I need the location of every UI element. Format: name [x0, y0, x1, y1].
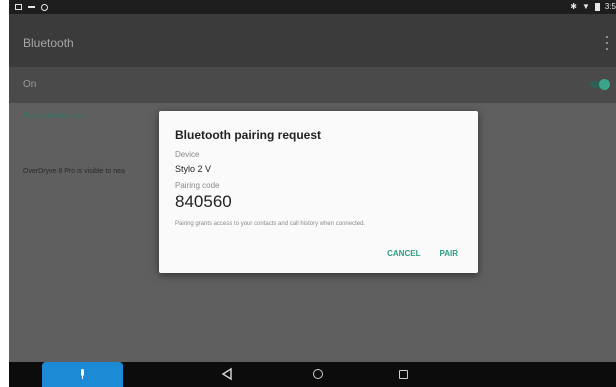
pairing-code: 840560	[175, 192, 232, 211]
available-devices-header: Available devices	[23, 111, 85, 120]
home-icon[interactable]	[313, 369, 323, 379]
bluetooth-toggle-row[interactable]: On	[9, 67, 616, 103]
bluetooth-switch[interactable]	[590, 79, 610, 90]
device-label: Device	[175, 150, 200, 159]
dialog-actions: CANCEL PAIR	[387, 249, 458, 258]
pairing-dialog: Bluetooth pairing request Device Stylo 2…	[159, 111, 478, 273]
pairing-code-label: Pairing code	[175, 181, 220, 190]
overflow-menu-icon[interactable]	[604, 36, 610, 50]
status-right-icons: ✱ ▼ 3:5	[570, 2, 616, 12]
page-title: Bluetooth	[23, 36, 74, 50]
status-left-icons	[15, 2, 48, 12]
switch-knob	[599, 79, 610, 90]
dialog-title: Bluetooth pairing request	[175, 128, 322, 142]
wifi-icon: ▼	[581, 2, 590, 11]
voice-input-button[interactable]	[42, 362, 123, 387]
status-time: 3:5	[604, 2, 616, 11]
screenshot-icon	[15, 4, 22, 10]
device-name: Stylo 2 V	[175, 164, 212, 174]
back-icon[interactable]	[220, 367, 234, 381]
toggle-label: On	[23, 79, 37, 90]
screen: ✱ ▼ 3:5 Bluetooth On Available devices O…	[9, 0, 616, 387]
pairing-note: Pairing grants access to your contacts a…	[175, 221, 366, 227]
status-bar: ✱ ▼ 3:5	[9, 0, 616, 14]
battery-icon	[594, 3, 600, 11]
bluetooth-icon: ✱	[570, 2, 577, 11]
pair-button[interactable]: PAIR	[439, 249, 458, 258]
navigation-bar	[9, 362, 616, 387]
android-icon	[41, 3, 48, 11]
mic-icon	[81, 369, 84, 379]
cancel-button[interactable]: CANCEL	[387, 249, 420, 258]
visibility-text: OverDryve 8 Pro is visible to nea	[23, 168, 125, 175]
recents-icon[interactable]	[399, 370, 408, 379]
app-bar: Bluetooth	[9, 14, 616, 67]
message-icon	[28, 6, 35, 8]
